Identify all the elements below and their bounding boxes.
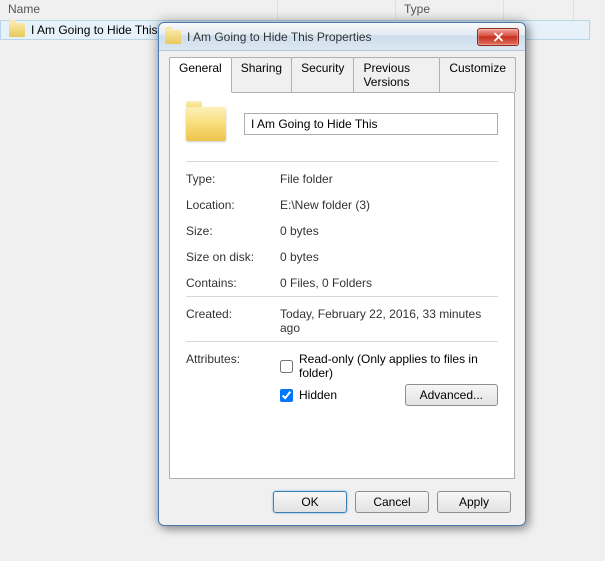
readonly-row[interactable]: Read-only (Only applies to files in fold… [280, 352, 498, 380]
folder-icon [165, 30, 181, 44]
type-label: Type: [186, 172, 280, 186]
attributes-label: Attributes: [186, 352, 280, 366]
column-date[interactable] [278, 0, 396, 20]
tab-sharing[interactable]: Sharing [231, 57, 292, 92]
explorer-column-header: Name Type [0, 0, 605, 20]
contains-value: 0 Files, 0 Folders [280, 276, 498, 290]
folder-name-input[interactable] [244, 113, 498, 135]
close-button[interactable] [477, 28, 519, 46]
column-type[interactable]: Type [396, 0, 504, 20]
titlebar[interactable]: I Am Going to Hide This Properties [159, 23, 525, 51]
created-label: Created: [186, 307, 280, 321]
properties-dialog: I Am Going to Hide This Properties Gener… [158, 22, 526, 526]
apply-button[interactable]: Apply [437, 491, 511, 513]
size-value: 0 bytes [280, 224, 498, 238]
folder-icon [9, 23, 25, 37]
location-value: E:\New folder (3) [280, 198, 498, 212]
readonly-checkbox[interactable] [280, 360, 293, 373]
location-label: Location: [186, 198, 280, 212]
advanced-button[interactable]: Advanced... [405, 384, 498, 406]
divider [186, 296, 498, 297]
size-label: Size: [186, 224, 280, 238]
divider [186, 161, 498, 162]
size-on-disk-value: 0 bytes [280, 250, 498, 264]
tab-strip: General Sharing Security Previous Versio… [159, 51, 525, 92]
tab-general[interactable]: General [169, 57, 232, 93]
cancel-button[interactable]: Cancel [355, 491, 429, 513]
close-icon [493, 32, 504, 42]
column-size[interactable] [504, 0, 574, 20]
tab-previous-versions[interactable]: Previous Versions [353, 57, 440, 92]
dialog-footer: OK Cancel Apply [159, 485, 525, 525]
created-value: Today, February 22, 2016, 33 minutes ago [280, 307, 498, 335]
contains-label: Contains: [186, 276, 280, 290]
readonly-label: Read-only (Only applies to files in fold… [299, 352, 498, 380]
dialog-title: I Am Going to Hide This Properties [187, 30, 471, 44]
type-value: File folder [280, 172, 498, 186]
tab-customize[interactable]: Customize [439, 57, 516, 92]
explorer-row-name: I Am Going to Hide This [31, 23, 158, 37]
column-name[interactable]: Name [0, 0, 278, 20]
folder-icon [186, 107, 226, 141]
tab-security[interactable]: Security [291, 57, 354, 92]
ok-button[interactable]: OK [273, 491, 347, 513]
divider [186, 341, 498, 342]
tab-panel-general: Type: File folder Location: E:\New folde… [169, 92, 515, 479]
size-on-disk-label: Size on disk: [186, 250, 280, 264]
